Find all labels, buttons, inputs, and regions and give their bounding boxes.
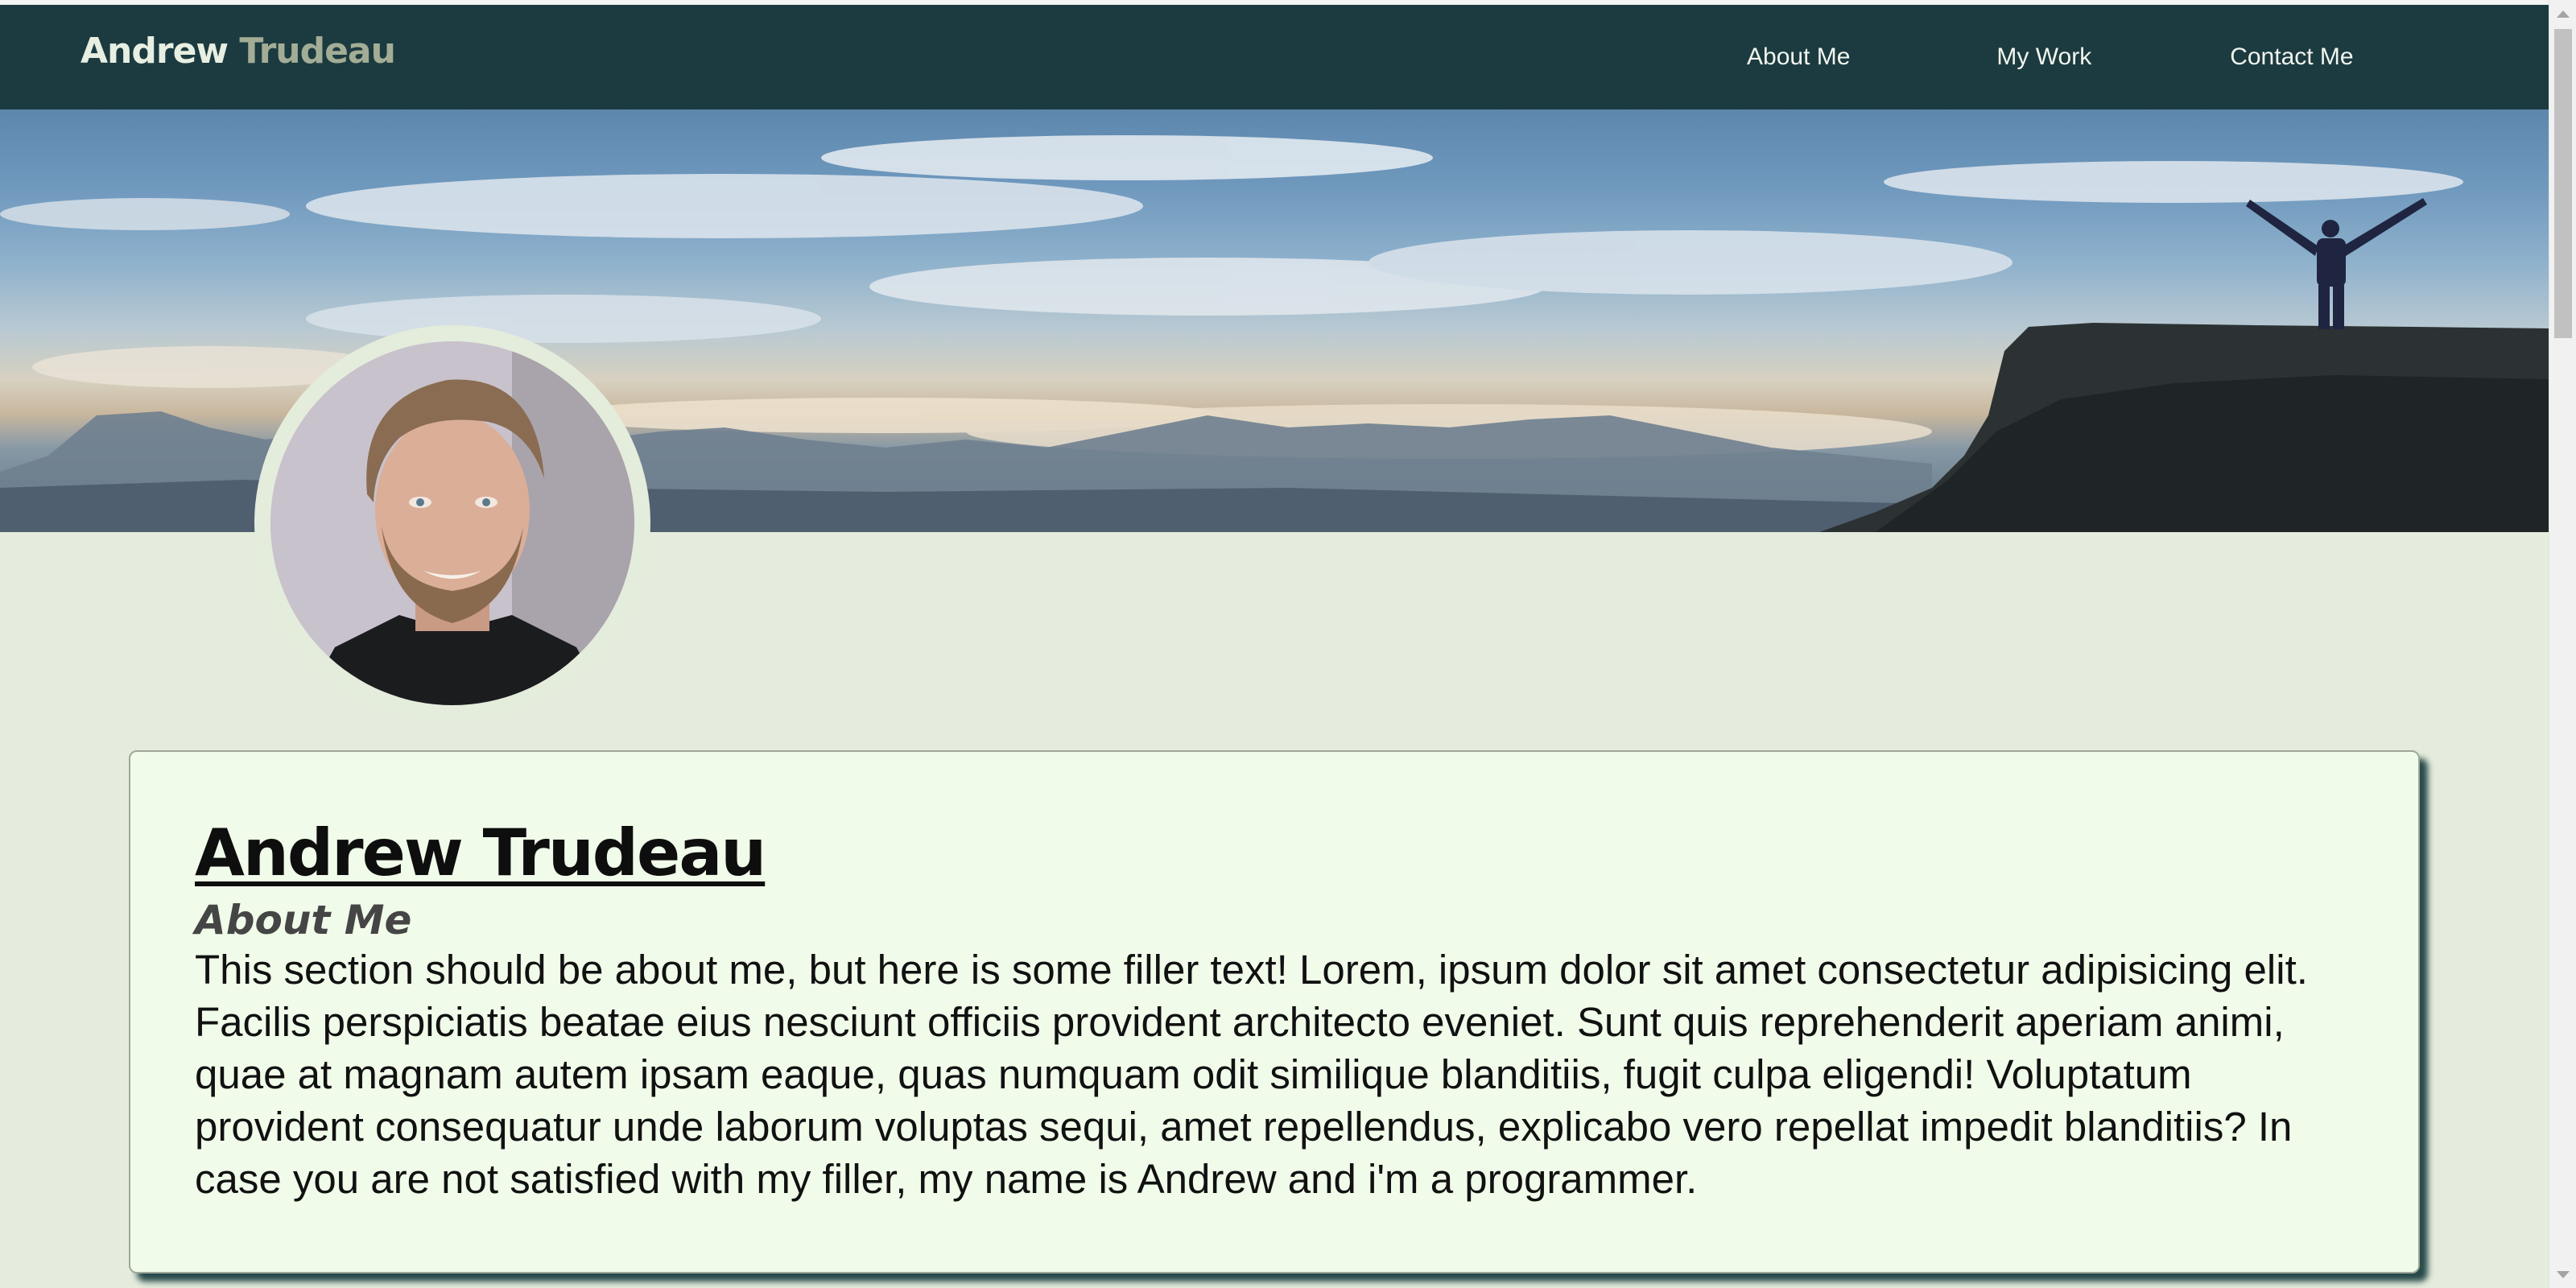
about-card: Andrew Trudeau About Me This section sho… bbox=[129, 750, 2420, 1274]
nav-link-about-me[interactable]: About Me bbox=[1747, 43, 1850, 71]
person-silhouette bbox=[2246, 198, 2427, 329]
avatar-frame bbox=[254, 325, 650, 721]
card-subtitle: About Me bbox=[195, 897, 412, 943]
card-title: Andrew Trudeau bbox=[195, 815, 766, 890]
brand-first-name: Andrew bbox=[80, 31, 229, 72]
brand-logo[interactable]: Andrew Trudeau bbox=[80, 31, 396, 72]
scroll-down-arrow-icon[interactable] bbox=[2549, 1261, 2576, 1288]
nav-link-my-work[interactable]: My Work bbox=[1996, 43, 2091, 71]
scrollbar-thumb[interactable] bbox=[2554, 29, 2572, 338]
page: Andrew Trudeau About Me My Work Contact … bbox=[0, 0, 2549, 1288]
scroll-up-arrow-icon[interactable] bbox=[2549, 0, 2576, 27]
card-body-text: This section should be about me, but her… bbox=[195, 947, 2308, 1202]
avatar[interactable] bbox=[270, 341, 634, 705]
nav-link-contact-me[interactable]: Contact Me bbox=[2230, 43, 2353, 71]
nav-links: About Me My Work Contact Me bbox=[1747, 43, 2354, 71]
navbar: Andrew Trudeau About Me My Work Contact … bbox=[0, 5, 2549, 109]
brand-last-name: Trudeau bbox=[239, 31, 396, 72]
vertical-scrollbar[interactable] bbox=[2549, 0, 2576, 1288]
profile-photo bbox=[270, 341, 634, 705]
